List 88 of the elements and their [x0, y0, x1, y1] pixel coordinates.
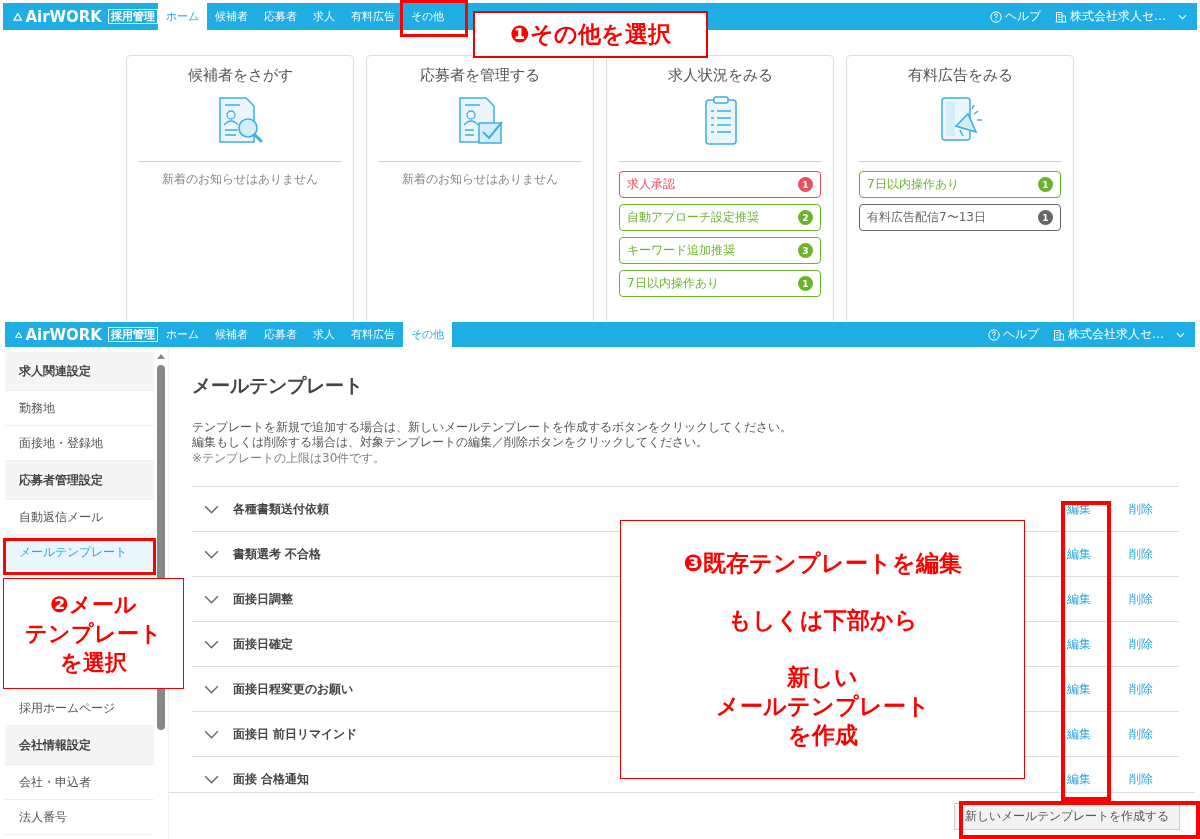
- nav-tab[interactable]: 応募者: [256, 3, 305, 30]
- count-badge: 2: [798, 210, 813, 225]
- delete-link[interactable]: 削除: [1129, 590, 1153, 608]
- chevron-down-icon[interactable]: [204, 594, 219, 604]
- edit-link[interactable]: 編集: [1067, 545, 1091, 563]
- nav-tab[interactable]: 有料広告: [343, 3, 403, 30]
- template-name: 面接日程変更のお願い: [233, 680, 353, 698]
- template-name: 面接日調整: [233, 590, 293, 608]
- edit-link[interactable]: 編集: [1067, 635, 1091, 653]
- annotation-text: ❸既存テンプレートを編集: [682, 549, 963, 578]
- building-icon: [1053, 328, 1065, 341]
- annotation-text: ❶その他を選択: [509, 20, 672, 49]
- logo-text: AirWORK: [25, 7, 102, 26]
- card-title: 候補者をさがす: [186, 66, 294, 85]
- count-badge: 1: [1038, 177, 1053, 192]
- status-item[interactable]: キーワード追加推奨 3: [619, 237, 821, 264]
- sidebar-heading: 会社情報設定: [5, 726, 155, 765]
- status-item[interactable]: 求人承認 1: [619, 171, 821, 198]
- count-badge: 1: [798, 276, 813, 291]
- logo-badge: 採用管理: [108, 9, 158, 24]
- account-name[interactable]: 株式会社求人セ…: [1070, 8, 1166, 25]
- description-text: 編集もしくは削除する場合は、対象テンプレートの編集／削除ボタンをクリックしてください。: [192, 435, 709, 450]
- help-link[interactable]: ヘルプ: [1003, 326, 1039, 343]
- card-title: 有料広告をみる: [906, 66, 1014, 85]
- template-name: 各種書類送付依頼: [233, 500, 329, 518]
- notice-text: 新着のお知らせはありません: [401, 171, 559, 188]
- status-label: 7日以内操作あり: [627, 275, 719, 292]
- edit-link[interactable]: 編集: [1067, 590, 1091, 608]
- chevron-down-icon[interactable]: [204, 639, 219, 649]
- status-item[interactable]: 7日以内操作あり 1: [859, 171, 1061, 198]
- delete-link[interactable]: 削除: [1129, 545, 1153, 563]
- template-name: 面接日 前日リマインド: [233, 725, 358, 743]
- template-name: 面接日確定: [233, 635, 293, 653]
- sidebar-heading: 応募者管理設定: [5, 461, 155, 500]
- sidebar-item[interactable]: メールテンプレート: [5, 535, 155, 570]
- edit-link[interactable]: 編集: [1067, 680, 1091, 698]
- nav-tab[interactable]: 候補者: [207, 3, 256, 30]
- chevron-down-icon[interactable]: [204, 549, 219, 559]
- template-name: 面接 合格通知: [233, 770, 310, 788]
- chevron-down-icon[interactable]: [204, 774, 219, 784]
- annotation-text: ❷メール テンプレート を選択: [24, 591, 163, 677]
- card-title: 求人状況をみる: [666, 66, 774, 85]
- edit-link[interactable]: 編集: [1067, 725, 1091, 743]
- scroll-up-arrow-icon[interactable]: [156, 353, 167, 359]
- chevron-down-icon[interactable]: [204, 684, 219, 694]
- logo-badge: 採用管理: [108, 327, 158, 342]
- delete-link[interactable]: 削除: [1129, 725, 1153, 743]
- card-title: 応募者を管理する: [419, 66, 541, 85]
- nav-tab[interactable]: ホーム: [158, 3, 207, 30]
- count-badge: 1: [1038, 210, 1053, 225]
- nav-tab[interactable]: ホーム: [158, 322, 207, 347]
- delete-link[interactable]: 削除: [1129, 770, 1153, 788]
- nav-tab[interactable]: その他: [403, 3, 452, 30]
- sidebar-heading: 求人関連設定: [5, 352, 155, 391]
- account-name[interactable]: 株式会社求人セ…: [1068, 326, 1164, 343]
- highlight-frame: [400, 0, 468, 37]
- status-item[interactable]: 7日以内操作あり 1: [619, 270, 821, 297]
- chevron-down-icon[interactable]: [204, 729, 219, 739]
- delete-link[interactable]: 削除: [1129, 635, 1153, 653]
- logo-text: AirWORK: [25, 325, 102, 344]
- status-item[interactable]: 有料広告配信7〜13日 1: [859, 204, 1061, 231]
- note-text: ※テンプレートの上限は30件です。: [192, 452, 387, 465]
- annotation-text: もしくは下部から: [726, 606, 919, 635]
- notice-text: 新着のお知らせはありません: [161, 171, 319, 188]
- template-name: 書類選考 不合格: [233, 545, 322, 563]
- status-label: キーワード追加推奨: [627, 242, 735, 259]
- nav-tab[interactable]: 求人: [305, 322, 343, 347]
- annotation-text: 新しい メールテンプレート を作成: [714, 663, 931, 750]
- status-label: 求人承認: [627, 176, 675, 193]
- delete-link[interactable]: 削除: [1129, 500, 1153, 518]
- delete-link[interactable]: 削除: [1129, 680, 1153, 698]
- nav-tab[interactable]: その他: [403, 322, 452, 347]
- edit-link[interactable]: 編集: [1067, 770, 1091, 788]
- status-label: 自動アプローチ設定推奨: [627, 209, 759, 226]
- status-label: 7日以内操作あり: [867, 176, 959, 193]
- help-link[interactable]: ヘルプ: [1005, 8, 1041, 25]
- status-item[interactable]: 自動アプローチ設定推奨 2: [619, 204, 821, 231]
- chevron-down-icon[interactable]: [204, 504, 219, 514]
- nav-tab[interactable]: 候補者: [207, 322, 256, 347]
- count-badge: 3: [798, 243, 813, 258]
- status-label: 有料広告配信7〜13日: [867, 209, 986, 226]
- description-text: テンプレートを新規で追加する場合は、新しいメールテンプレートを作成するボタンをクリックしてください。: [192, 420, 793, 435]
- nav-tab[interactable]: 有料広告: [343, 322, 403, 347]
- count-badge: 1: [798, 177, 813, 192]
- nav-tab[interactable]: 応募者: [256, 322, 305, 347]
- building-icon: [1055, 10, 1067, 23]
- nav-tab[interactable]: 求人: [305, 3, 343, 30]
- page-title: メールテンプレート: [192, 373, 364, 397]
